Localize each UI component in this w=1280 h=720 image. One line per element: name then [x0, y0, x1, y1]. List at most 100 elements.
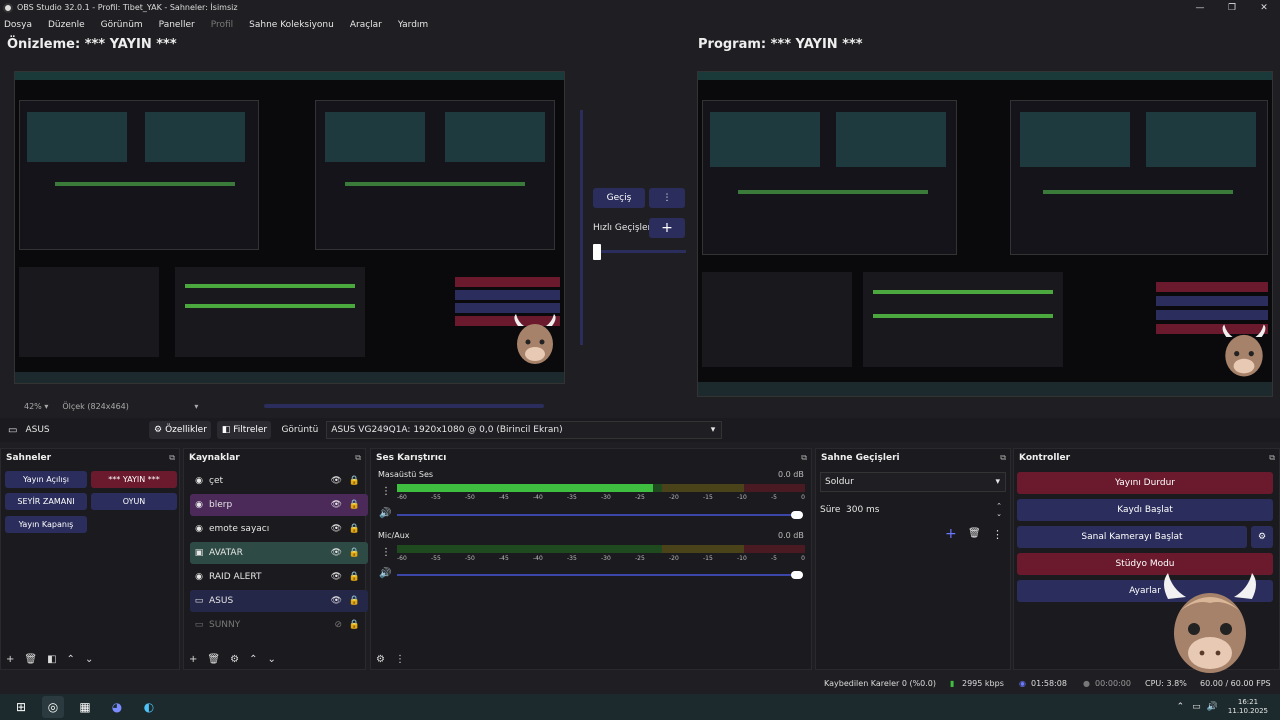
source-name: çet	[209, 476, 224, 486]
kebab-icon[interactable]: ⋮	[395, 654, 405, 665]
volume-slider-handle[interactable]	[791, 571, 803, 579]
transition-menu-button[interactable]: ⋮	[649, 188, 685, 208]
chevron-up-icon[interactable]: ⌃	[249, 654, 257, 665]
volume-icon[interactable]: 🔊	[1207, 702, 1218, 712]
scene-button-yayin[interactable]: *** YAYIN ***	[91, 471, 177, 488]
eye-icon[interactable]: 👁	[331, 500, 342, 510]
network-icon[interactable]: ▭	[1192, 702, 1201, 712]
trash-icon[interactable]: 🗑	[968, 528, 981, 539]
calculator-icon[interactable]: ▦	[74, 696, 96, 718]
chevron-down-icon[interactable]: ⌄	[85, 654, 93, 665]
popout-icon[interactable]: ⧉	[1269, 453, 1275, 463]
chevron-down-icon[interactable]: ⌄	[267, 654, 275, 665]
volume-slider-handle[interactable]	[791, 511, 803, 519]
chevron-down-icon: ▾	[710, 425, 716, 435]
tick-label: 0	[801, 494, 805, 501]
virtual-camera-settings-button[interactable]: ⚙	[1251, 526, 1273, 548]
add-quick-transition-button[interactable]: +	[649, 218, 685, 238]
properties-button[interactable]: ⚙ Özellikler	[149, 421, 212, 439]
filter-icon[interactable]: ◧	[47, 654, 56, 665]
discord-icon[interactable]: ◕	[106, 696, 128, 718]
advanced-audio-icon[interactable]: ⚙	[376, 654, 385, 665]
popout-icon[interactable]: ⧉	[355, 453, 361, 463]
lock-icon[interactable]: 🔒	[349, 500, 360, 510]
speaker-icon[interactable]: 🔊	[379, 508, 391, 519]
add-scene-button[interactable]: +	[6, 654, 14, 665]
speaker-icon[interactable]: 🔊	[379, 568, 391, 579]
minimize-button[interactable]: —	[1184, 3, 1216, 13]
start-recording-button[interactable]: Kaydı Başlat	[1017, 499, 1273, 521]
windows-start-icon[interactable]: ⊞	[10, 696, 32, 718]
edge-browser-icon[interactable]: ◐	[138, 696, 160, 718]
trash-icon[interactable]: 🗑	[24, 654, 37, 665]
eye-icon[interactable]: 👁	[331, 476, 342, 486]
scene-button-yayin-kapanis[interactable]: Yayın Kapanış	[5, 516, 87, 533]
chevron-up-icon[interactable]: ⌃	[1177, 702, 1185, 712]
eye-icon[interactable]: 👁	[331, 572, 342, 582]
eye-icon[interactable]: 👁	[331, 548, 342, 558]
tbar-handle[interactable]	[593, 244, 601, 260]
popout-icon[interactable]: ⧉	[169, 453, 175, 463]
volume-slider[interactable]	[397, 574, 797, 576]
trash-icon[interactable]: 🗑	[207, 654, 220, 665]
source-item[interactable]: ▭ SUNNY ⊘ 🔒	[190, 614, 368, 636]
lock-icon[interactable]: 🔒	[349, 620, 360, 630]
source-name: emote sayacı	[209, 524, 270, 534]
duration-spinbox[interactable]: 300 ms ⌃ ⌄	[842, 500, 1006, 520]
menu-docks[interactable]: Paneller	[159, 20, 195, 30]
preview-canvas[interactable]	[14, 71, 565, 384]
eye-hidden-icon[interactable]: ⊘	[334, 620, 342, 630]
filters-button[interactable]: ◧ Filtreler	[217, 421, 272, 439]
chevron-up-icon[interactable]: ⌃	[67, 654, 75, 665]
popout-icon[interactable]: ⧉	[801, 453, 807, 463]
volume-slider[interactable]	[397, 514, 797, 516]
scene-button-seyir-zamani[interactable]: SEYİR ZAMANI	[5, 493, 87, 510]
popout-icon[interactable]: ⧉	[1000, 453, 1006, 463]
transition-button[interactable]: Geçiş	[593, 188, 645, 208]
kebab-icon[interactable]: ⋮	[381, 547, 391, 558]
scene-button-yayin-acilisi[interactable]: Yayın Açılışı	[5, 471, 87, 488]
close-button[interactable]: ✕	[1248, 3, 1280, 13]
source-item[interactable]: ▣ AVATAR 👁 🔒	[190, 542, 368, 564]
scene-button-oyun[interactable]: OYUN	[91, 493, 177, 510]
tbar-slider[interactable]	[593, 250, 686, 253]
lock-icon[interactable]: 🔒	[349, 476, 360, 486]
menu-scene-collection[interactable]: Sahne Koleksiyonu	[249, 20, 334, 30]
lock-icon[interactable]: 🔒	[349, 596, 360, 606]
source-item[interactable]: ▭ ASUS 👁 🔒	[190, 590, 368, 612]
lock-icon[interactable]: 🔒	[349, 524, 360, 534]
kebab-icon[interactable]: ⋮	[992, 528, 1003, 541]
transitions-title: Sahne Geçişleri	[821, 453, 900, 463]
transition-select[interactable]: Soldur ▾	[820, 472, 1006, 492]
dropped-frames: Kaybedilen Kareler 0 (%0.0)	[824, 679, 937, 688]
lock-icon[interactable]: 🔒	[349, 572, 360, 582]
stop-streaming-button[interactable]: Yayını Durdur	[1017, 472, 1273, 494]
obs-taskbar-icon[interactable]: ◎	[42, 696, 64, 718]
gear-icon[interactable]: ⚙	[230, 654, 239, 665]
spin-arrows-icon[interactable]: ⌃ ⌄	[996, 502, 1002, 518]
menu-edit[interactable]: Düzenle	[48, 20, 85, 30]
maximize-button[interactable]: ❐	[1216, 3, 1248, 13]
menu-profile[interactable]: Profil	[211, 20, 233, 30]
source-item[interactable]: ◉ blerp 👁 🔒	[190, 494, 368, 516]
eye-icon[interactable]: 👁	[331, 596, 342, 606]
menu-file[interactable]: Dosya	[4, 20, 32, 30]
preview-scrollbar[interactable]	[264, 404, 545, 408]
kebab-icon: ⋮	[662, 193, 672, 203]
zoom-dropdown[interactable]: 42% ▾	[24, 402, 48, 411]
globe-icon: ◉	[195, 572, 203, 582]
kebab-icon[interactable]: ⋮	[381, 486, 391, 497]
lock-icon[interactable]: 🔒	[349, 548, 360, 558]
add-transition-button[interactable]: +	[945, 526, 957, 542]
menu-tools[interactable]: Araçlar	[350, 20, 382, 30]
eye-icon[interactable]: 👁	[331, 524, 342, 534]
menu-help[interactable]: Yardım	[398, 20, 428, 30]
menu-view[interactable]: Görünüm	[101, 20, 143, 30]
source-item[interactable]: ◉ çet 👁 🔒	[190, 470, 368, 492]
source-item[interactable]: ◉ RAID ALERT 👁 🔒	[190, 566, 368, 588]
scale-dropdown[interactable]: Ölçek (824x464)	[62, 402, 162, 411]
start-virtual-camera-button[interactable]: Sanal Kamerayı Başlat	[1017, 526, 1247, 548]
display-select[interactable]: ASUS VG249Q1A: 1920x1080 @ 0,0 (Birincil…	[326, 421, 723, 439]
source-item[interactable]: ◉ emote sayacı 👁 🔒	[190, 518, 368, 540]
add-source-button[interactable]: +	[189, 654, 197, 665]
